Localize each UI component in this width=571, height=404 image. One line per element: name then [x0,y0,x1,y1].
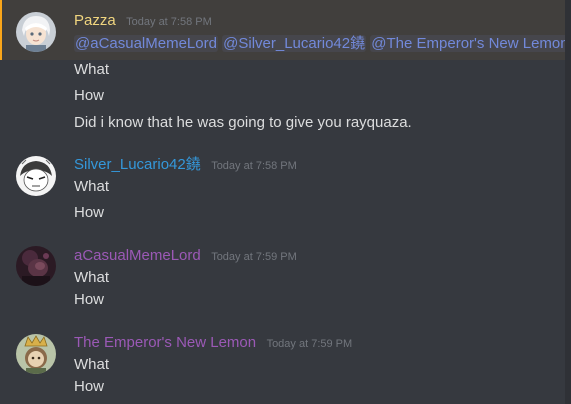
message-text: What [74,178,110,195]
username[interactable]: The Emperor's New Lemon [74,334,256,351]
user-mention[interactable]: @aCasualMemeLord [74,35,218,52]
white-haired-character-avatar-icon[interactable] [16,12,56,52]
username[interactable]: Pazza [74,12,116,29]
message-text: What [74,61,110,78]
user-mention[interactable]: @Silver_Lucario42鐃 [222,35,367,52]
message-text: How [74,87,105,104]
message-header-emperors-new-lemon: The Emperor's New Lemon Today at 7:59 PM [74,333,352,354]
message-mentions-line: @aCasualMemeLord @Silver_Lucario42鐃 @The… [74,34,570,54]
chat-message-list: Pazza Today at 7:58 PM @aCasualMemeLord … [0,0,571,404]
timestamp[interactable]: Today at 7:58 PM [126,16,212,28]
message-header-acasualmemelord: aCasualMemeLord Today at 7:59 PM [74,246,297,267]
message-text: How [74,378,105,395]
sketch-character-avatar-icon[interactable] [16,156,56,196]
username[interactable]: aCasualMemeLord [74,247,201,264]
mention-highlight-bar [0,0,2,60]
message-text: What [74,356,110,373]
message-text: How [74,291,105,308]
timestamp[interactable]: Today at 7:59 PM [267,338,353,350]
crowned-character-avatar-icon[interactable] [16,334,56,374]
username[interactable]: Silver_Lucario42鐃 [74,156,201,173]
message-text: What [74,269,110,286]
message-header-pazza: Pazza Today at 7:58 PM [74,11,212,32]
dark-photo-avatar-icon[interactable] [16,246,56,286]
message-header-silver-lucario: Silver_Lucario42鐃 Today at 7:58 PM [74,155,297,176]
message-text: Did i know that he was going to give you… [74,114,412,131]
timestamp[interactable]: Today at 7:58 PM [211,160,297,172]
user-mention[interactable]: @The Emperor's New Lemon [370,35,570,52]
message-text: How [74,204,105,221]
scrollbar-track[interactable] [565,0,571,404]
timestamp[interactable]: Today at 7:59 PM [211,251,297,263]
